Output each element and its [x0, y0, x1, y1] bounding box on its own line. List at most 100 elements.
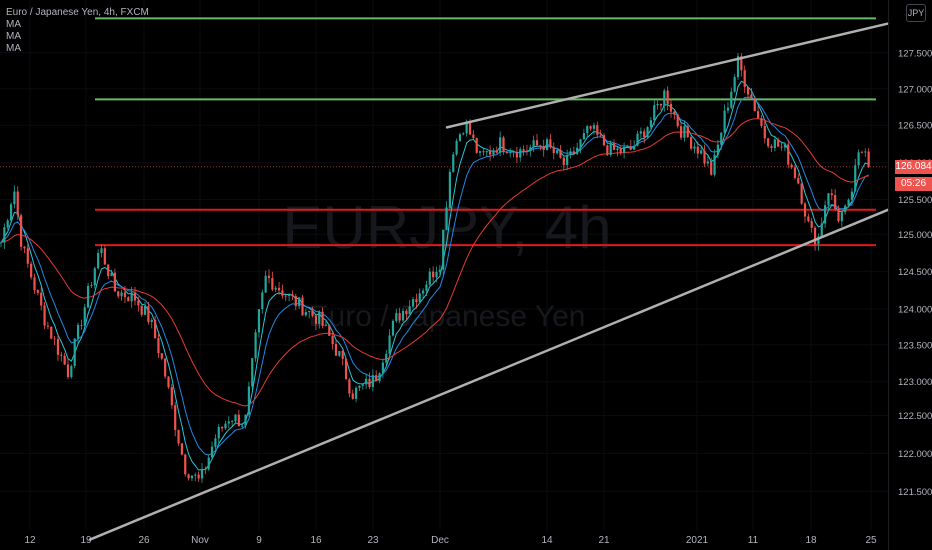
candle-body — [696, 146, 699, 154]
candle-body — [733, 77, 736, 92]
candle — [616, 146, 619, 157]
candle-body — [123, 292, 127, 298]
candle — [214, 434, 217, 450]
candle-body — [301, 297, 304, 316]
candle-body — [559, 150, 562, 158]
candle-body — [26, 248, 29, 264]
time-tick-label: 11 — [748, 535, 759, 546]
countdown-tag: 05:26 — [895, 176, 932, 191]
candle-body — [244, 414, 247, 426]
candle-body — [616, 148, 619, 151]
candles — [0, 52, 870, 483]
candle — [569, 148, 572, 159]
candle-body — [569, 151, 572, 155]
candle-body — [261, 292, 264, 310]
candle-body — [415, 299, 418, 303]
candle-body — [40, 292, 43, 306]
candle — [187, 473, 190, 481]
price-axis[interactable]: 121.500 122.000 122.500 123.000 123.500 124.0… — [888, 0, 932, 550]
candle-body — [539, 145, 542, 147]
time-tick-label: 12 — [24, 535, 36, 546]
candle-body — [194, 474, 197, 476]
candle — [582, 128, 585, 140]
candle-body — [184, 454, 187, 475]
candle-body — [676, 114, 679, 127]
candle-body — [147, 306, 150, 323]
candle-body — [455, 140, 458, 155]
candle — [184, 453, 187, 477]
time-tick-label: 2021 — [686, 535, 709, 546]
candle — [257, 309, 261, 338]
candle-body — [783, 144, 786, 148]
trend-line — [445, 22, 890, 129]
candle — [20, 213, 23, 251]
candle — [334, 339, 338, 356]
candle-body — [472, 134, 475, 139]
moving-average-line — [0, 96, 869, 456]
candle — [525, 144, 529, 156]
candle-body — [850, 191, 853, 200]
candle-body — [659, 103, 663, 106]
candle — [442, 229, 445, 275]
price-chart[interactable]: EURJPY, 4hEuro / Japanese Yen 121.500122… — [0, 0, 932, 550]
watermark-name: Euro / Japanese Yen — [309, 300, 586, 333]
candle-body — [673, 111, 676, 115]
candle — [23, 245, 26, 253]
candle-body — [428, 271, 431, 285]
candle-body — [267, 275, 271, 278]
candle-body — [542, 146, 545, 151]
candle — [633, 140, 636, 151]
candle — [589, 125, 592, 131]
candle-body — [666, 90, 669, 104]
candle-body — [807, 216, 810, 222]
legend-title[interactable]: Euro / Japanese Yen, 4h, FXCM — [6, 7, 149, 19]
candle — [713, 149, 716, 177]
candle-body — [358, 385, 361, 388]
candle — [237, 409, 240, 427]
candle — [46, 321, 49, 330]
legend-ma-2[interactable]: MA — [6, 31, 149, 43]
candle — [140, 305, 143, 317]
candle — [291, 290, 294, 300]
candle-body — [378, 373, 381, 381]
candle — [827, 192, 830, 212]
legend-ma-3[interactable]: MA — [6, 43, 149, 55]
currency-button[interactable]: JPY — [906, 4, 926, 22]
candle-body — [321, 311, 324, 326]
candle-body — [824, 205, 827, 224]
candle — [492, 147, 495, 158]
candle-body — [298, 297, 301, 307]
candle-body — [207, 457, 210, 470]
candle-body — [334, 343, 338, 356]
candle-body — [23, 246, 26, 249]
candle-body — [224, 423, 227, 429]
candle-body — [787, 144, 790, 165]
candle-body — [730, 91, 733, 108]
candle-body — [522, 149, 525, 151]
time-tick-label: 26 — [138, 535, 150, 546]
candle-body — [777, 139, 780, 147]
candle — [56, 333, 60, 361]
price-tick-label: 125.000 — [898, 230, 932, 241]
candle — [659, 103, 663, 111]
candle — [515, 146, 518, 164]
candle-body — [525, 150, 529, 152]
candle-body — [706, 161, 709, 164]
price-tick-label: 127.500 — [898, 48, 932, 59]
candle — [586, 124, 589, 138]
candle-body — [281, 290, 284, 296]
legend-ma-1[interactable]: MA — [6, 19, 149, 31]
candle-body — [110, 272, 113, 277]
candle — [113, 268, 116, 293]
candle-body — [475, 138, 478, 153]
candle-body — [592, 125, 596, 129]
candle-body — [164, 358, 167, 377]
candle-body — [227, 421, 230, 424]
candle-body — [371, 375, 374, 387]
candle-body — [810, 221, 813, 228]
time-axis[interactable]: 12 19 26 Nov 9 16 23 Dec 14 21 2021 11 18 25 — [24, 535, 877, 546]
candle-body — [586, 126, 589, 134]
candle — [562, 156, 565, 171]
candle-body — [602, 135, 606, 146]
candle-body — [549, 139, 552, 147]
